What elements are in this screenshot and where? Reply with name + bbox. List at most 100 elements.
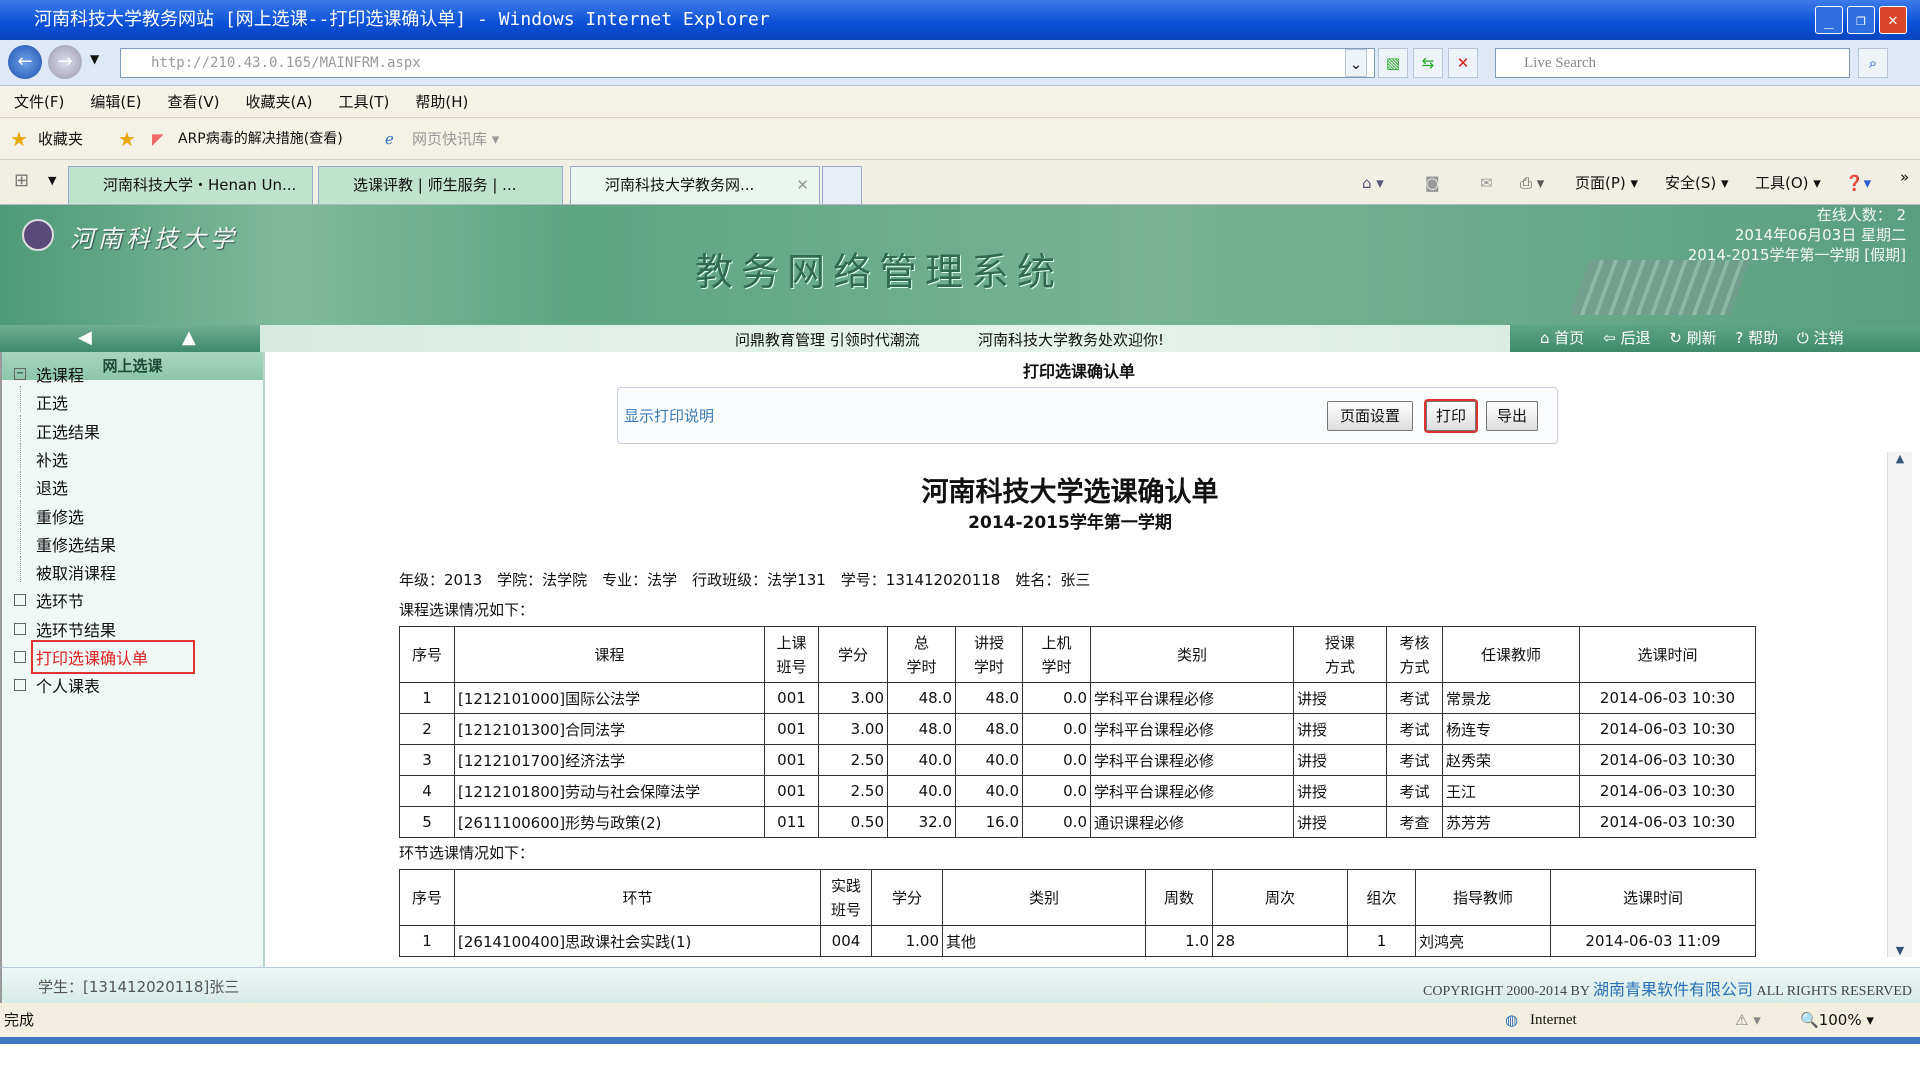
sidebar-item[interactable]: 选环节结果 <box>36 617 116 641</box>
sidebar-item[interactable]: 被取消课程 <box>36 560 116 584</box>
forward-button[interactable]: → <box>48 45 82 79</box>
home-icon[interactable]: ⌂ ▾ <box>1362 168 1384 198</box>
chevron-more-icon[interactable]: » <box>1900 162 1909 192</box>
scroll-up-icon[interactable]: ▲ <box>1888 452 1912 465</box>
sidebar-item[interactable]: 补选 <box>36 447 68 471</box>
tree-toggle-icon[interactable]: − <box>14 368 26 380</box>
menu-tools[interactable]: 工具(T) <box>338 86 389 118</box>
page-menu[interactable]: 页面(P) ▾ <box>1575 168 1638 198</box>
collapse-up-icon[interactable]: ▲ <box>182 327 196 348</box>
show-print-instructions-link[interactable]: 显示打印说明 <box>624 405 714 426</box>
fav-link-webslice[interactable]: 网页快讯库 ▾ <box>412 118 499 160</box>
address-dropdown-icon[interactable]: ⌄ <box>1345 49 1367 77</box>
sidebar-item[interactable]: 正选 <box>36 390 68 414</box>
collapse-left-icon[interactable]: ◀ <box>78 327 92 348</box>
protected-mode-icon[interactable]: ⚠ ▾ <box>1735 1003 1761 1037</box>
zoom-level[interactable]: 🔍100% ▾ <box>1800 1003 1874 1037</box>
table-cell: 考试 <box>1387 745 1443 776</box>
status-text: 完成 <box>4 1003 34 1037</box>
tree-toggle-icon[interactable] <box>14 594 26 606</box>
sidebar-item[interactable]: 选课程 <box>36 362 84 386</box>
tree-line <box>20 500 32 526</box>
tree-toggle-icon[interactable] <box>14 679 26 691</box>
table-cell: 40.0 <box>888 776 956 807</box>
company-link[interactable]: 湖南青果软件有限公司 <box>1593 982 1753 999</box>
print-toolbar: 显示打印说明 页面设置 打印 导出 <box>617 387 1558 444</box>
vertical-scrollbar[interactable]: ▲ ▼ <box>1887 452 1912 957</box>
menu-favorites[interactable]: 收藏夹(A) <box>246 86 313 118</box>
sidebar-item[interactable]: 选环节 <box>36 588 84 612</box>
refresh-link[interactable]: ↻ 刷新 <box>1669 329 1716 347</box>
sidebar-item[interactable]: 个人课表 <box>36 673 100 697</box>
menu-file[interactable]: 文件(F) <box>14 86 64 118</box>
table-cell: 2014-06-03 11:09 <box>1551 926 1756 957</box>
table-cell: 王江 <box>1443 776 1580 807</box>
compatibility-icon[interactable]: ▧ <box>1378 48 1408 78</box>
help-link[interactable]: ? 帮助 <box>1735 329 1778 347</box>
table-cell: 001 <box>765 776 819 807</box>
back-button[interactable]: ← <box>8 45 42 79</box>
page-setup-button[interactable]: 页面设置 <box>1327 401 1413 431</box>
export-button[interactable]: 导出 <box>1486 401 1538 431</box>
print-icon[interactable]: ⎙ ▾ <box>1520 168 1544 198</box>
sidebar-item[interactable]: 重修选 <box>36 504 84 528</box>
sidebar-item[interactable]: 打印选课确认单 <box>36 645 190 669</box>
search-icon[interactable]: ⌕ <box>1858 48 1888 78</box>
quick-tabs-icon[interactable]: ⊞ <box>14 170 29 191</box>
feeds-icon[interactable]: ◙ <box>1425 168 1440 198</box>
table-cell: 学科平台课程必修 <box>1091 683 1294 714</box>
mail-icon[interactable]: ✉ <box>1480 168 1493 198</box>
fav-link-arp[interactable]: ARP病毒的解决措施(查看) <box>178 118 343 160</box>
menu-help[interactable]: 帮助(H) <box>415 86 468 118</box>
logout-link[interactable]: ⏻ 注销 <box>1797 329 1844 347</box>
table-cell: 2014-06-03 10:30 <box>1580 714 1756 745</box>
help-icon[interactable]: ❓▾ <box>1845 168 1871 198</box>
tab-henan-university[interactable]: 河南科技大学・Henan Un... <box>68 166 313 204</box>
current-date: 2014年06月03日 星期二 <box>1688 225 1906 245</box>
column-header: 环节 <box>455 870 821 926</box>
table-cell: 讲授 <box>1294 714 1387 745</box>
table-cell: 讲授 <box>1294 776 1387 807</box>
home-link[interactable]: ⌂ 首页 <box>1540 329 1584 347</box>
column-header: 周数 <box>1146 870 1213 926</box>
close-window-button[interactable]: ✕ <box>1879 6 1907 34</box>
table-cell: 004 <box>821 926 872 957</box>
stop-icon[interactable]: ✕ <box>1448 48 1478 78</box>
refresh-icon[interactable]: ⇆ <box>1413 48 1443 78</box>
history-dropdown-icon[interactable]: ▼ <box>90 52 99 66</box>
back-link[interactable]: ⇦ 后退 <box>1603 329 1650 347</box>
document-subtitle: 2014-2015学年第一学期 <box>265 508 1875 533</box>
sidebar-item[interactable]: 重修选结果 <box>36 532 116 556</box>
university-logo <box>22 219 54 251</box>
tab-list-dropdown-icon[interactable]: ▼ <box>48 174 56 187</box>
add-favorite-icon[interactable]: ★ <box>118 118 136 160</box>
address-input[interactable]: http://210.43.0.165/MAINFRM.aspx <box>120 48 1375 78</box>
tab-academic-site[interactable]: 河南科技大学教务网...✕ <box>570 166 820 204</box>
tab-course-evaluation[interactable]: 选课评教 | 师生服务 | ... <box>318 166 563 204</box>
tree-toggle-icon[interactable] <box>14 623 26 635</box>
table-cell: [1212101000]国际公法学 <box>455 683 765 714</box>
print-button[interactable]: 打印 <box>1426 401 1476 431</box>
minimize-button[interactable]: _ <box>1815 6 1843 34</box>
table-cell: 2.50 <box>819 745 888 776</box>
menu-edit[interactable]: 编辑(E) <box>90 86 141 118</box>
tree-line <box>20 415 32 441</box>
scroll-down-icon[interactable]: ▼ <box>1888 944 1912 957</box>
page-title: 打印选课确认单 <box>1023 358 1135 382</box>
tools-menu[interactable]: 工具(O) ▾ <box>1755 168 1821 198</box>
tree-line <box>20 443 32 469</box>
favorites-button[interactable]: 收藏夹 <box>38 118 83 160</box>
menu-view[interactable]: 查看(V) <box>168 86 220 118</box>
column-header: 学分 <box>872 870 943 926</box>
table-cell: 刘鸿亮 <box>1416 926 1551 957</box>
new-tab-button[interactable] <box>822 166 862 204</box>
tree-toggle-icon[interactable] <box>14 651 26 663</box>
restore-button[interactable]: ❐ <box>1847 6 1875 34</box>
search-input[interactable]: Live Search <box>1495 48 1850 78</box>
close-tab-icon[interactable]: ✕ <box>796 167 809 203</box>
sidebar-item[interactable]: 正选结果 <box>36 419 100 443</box>
sidebar-item[interactable]: 退选 <box>36 475 68 499</box>
safety-menu[interactable]: 安全(S) ▾ <box>1665 168 1729 198</box>
table-cell: 5 <box>400 807 455 838</box>
table-cell: 48.0 <box>956 714 1023 745</box>
